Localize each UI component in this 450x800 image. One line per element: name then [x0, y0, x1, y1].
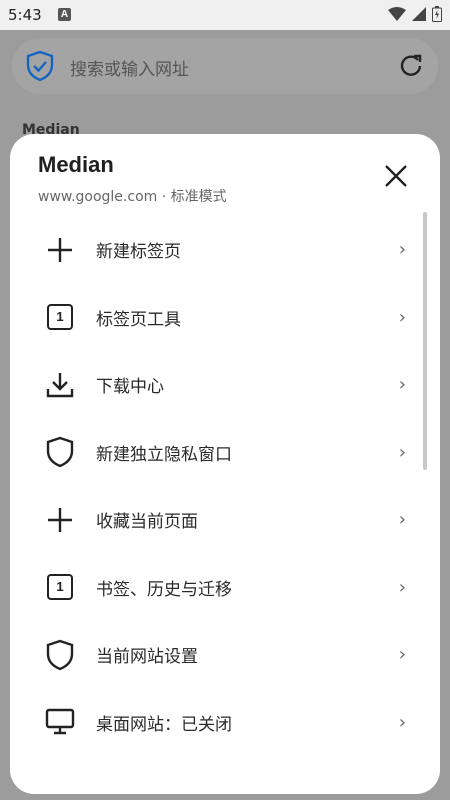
menu-sheet: Median www.google.com · 标准模式 新建标签页 › 1 标… — [10, 134, 440, 794]
chevron-right-icon: › — [398, 711, 406, 733]
chevron-right-icon: › — [398, 374, 406, 396]
chevron-right-icon: › — [398, 306, 406, 328]
menu-item-label: 下载中心 — [96, 377, 164, 398]
chevron-right-icon: › — [398, 509, 406, 531]
menu-list: 新建标签页 › 1 标签页工具 › 下载中心 › 新建独立隐私窗口 › 收藏当前… — [10, 216, 440, 756]
battery-icon — [432, 6, 442, 22]
menu-item-label: 收藏当前页面 — [96, 512, 198, 533]
menu-item-label: 当前网站设置 — [96, 647, 198, 668]
menu-item-new-tab[interactable]: 新建标签页 › — [10, 216, 440, 284]
menu-item-label: 书签、历史与迁移 — [96, 579, 232, 600]
notification-icon: A — [58, 8, 71, 21]
menu-item-label: 新建独立隐私窗口 — [96, 444, 232, 465]
close-button[interactable] — [376, 156, 416, 196]
shield-icon — [44, 639, 76, 671]
status-bar: 5:43 A — [0, 0, 450, 30]
scrollbar[interactable] — [423, 212, 427, 470]
monitor-icon — [44, 706, 76, 738]
tab-count-icon: 1 — [44, 571, 76, 603]
status-time: 5:43 — [8, 6, 42, 24]
chevron-right-icon: › — [398, 441, 406, 463]
shield-icon — [44, 436, 76, 468]
menu-item-downloads[interactable]: 下载中心 › — [10, 351, 440, 419]
plus-icon — [44, 234, 76, 266]
menu-item-label: 标签页工具 — [96, 309, 181, 330]
signal-icon — [412, 7, 426, 21]
menu-item-private-window[interactable]: 新建独立隐私窗口 › — [10, 419, 440, 487]
menu-item-label: 桌面网站：已关闭 — [96, 714, 232, 735]
menu-item-site-settings[interactable]: 当前网站设置 › — [10, 621, 440, 689]
plus-icon — [44, 504, 76, 536]
wifi-icon — [388, 7, 406, 21]
close-icon — [385, 165, 407, 187]
menu-item-bookmark-page[interactable]: 收藏当前页面 › — [10, 486, 440, 554]
security-shield-icon[interactable] — [26, 50, 54, 85]
status-icons — [388, 6, 442, 22]
menu-item-tab-tools[interactable]: 1 标签页工具 › — [10, 284, 440, 352]
chevron-right-icon: › — [398, 239, 406, 261]
chevron-right-icon: › — [398, 644, 406, 666]
sheet-subtitle: www.google.com · 标准模式 — [38, 189, 227, 205]
tab-count-badge: 1 — [47, 304, 73, 331]
search-bar[interactable]: 搜索或输入网址 — [12, 38, 438, 94]
sheet-title: Median — [38, 152, 114, 177]
chevron-right-icon: › — [398, 576, 406, 598]
tab-count-badge: 1 — [47, 574, 73, 601]
menu-item-bookmarks-history[interactable]: 1 书签、历史与迁移 › — [10, 554, 440, 622]
download-icon — [44, 369, 76, 401]
tab-count-icon: 1 — [44, 301, 76, 333]
reload-icon[interactable] — [398, 53, 424, 83]
menu-item-label: 新建标签页 — [96, 242, 181, 263]
search-input[interactable]: 搜索或输入网址 — [70, 55, 189, 80]
menu-item-desktop-site[interactable]: 桌面网站：已关闭 › — [10, 689, 440, 757]
